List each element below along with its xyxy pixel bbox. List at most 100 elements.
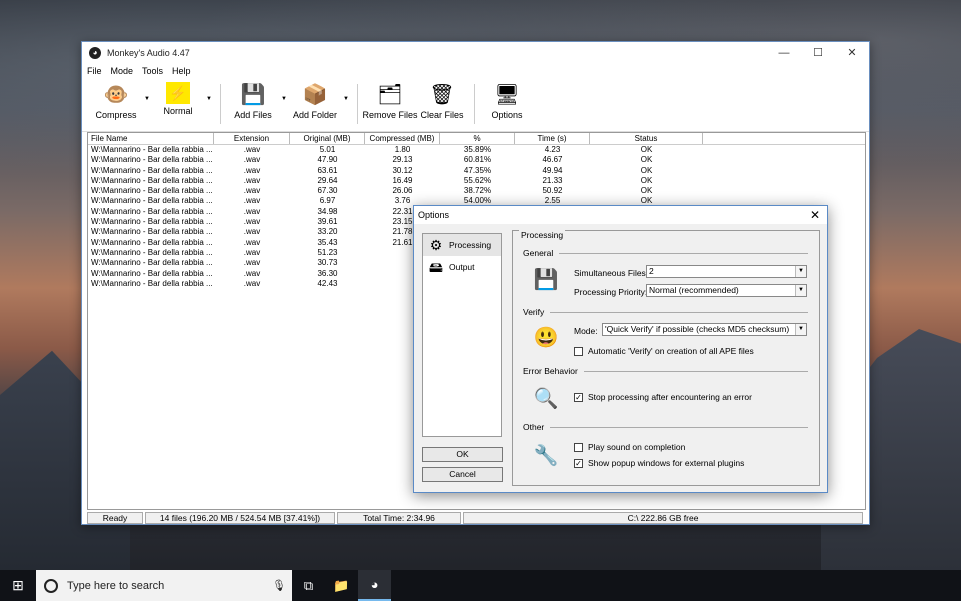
add-folder-button[interactable]: 📦 Add Folder	[289, 82, 341, 120]
dialog-close-icon[interactable]: ✕	[803, 208, 827, 222]
original-size-cell: 47.90	[317, 155, 338, 165]
original-size-cell: 29.64	[317, 175, 338, 185]
auto-verify-checkbox[interactable]: Automatic 'Verify' on creation of all AP…	[574, 346, 754, 356]
add-folder-label: Add Folder	[292, 110, 338, 120]
group-divider	[550, 426, 808, 428]
original-size-cell: 6.97	[319, 196, 336, 206]
column-extension[interactable]: Extension	[214, 133, 290, 144]
percent-cell: 47.35%	[463, 165, 492, 175]
file-name-cell: W:\Mannarino - Bar della rabbia ...	[91, 258, 213, 268]
show-popup-box: ✓	[574, 458, 583, 468]
column-status[interactable]: Status	[590, 133, 703, 144]
stop-on-error-checkbox[interactable]: ✓ Stop processing after encountering an …	[574, 392, 752, 402]
normal-button[interactable]: ⚡ Normal	[152, 82, 204, 116]
processing-gear-icon: ⚙	[429, 237, 443, 253]
search-placeholder: Type here to search	[67, 579, 165, 592]
compress-dropdown-arrow-icon[interactable]: ▼	[142, 96, 152, 102]
add-folder-dropdown-arrow-icon[interactable]: ▼	[341, 96, 351, 102]
trash-can-icon: 🗑	[429, 84, 455, 106]
windows-start-icon[interactable]: ⊞	[0, 570, 36, 601]
file-name-cell: W:\Mannarino - Bar della rabbia ...	[91, 278, 213, 288]
extension-cell: .wav	[243, 217, 261, 227]
output-drive-icon: 🖴	[428, 259, 444, 275]
compressed-size-cell: 1.80	[394, 145, 411, 154]
task-view-icon[interactable]: ⧉	[292, 570, 325, 601]
normal-dropdown-arrow-icon[interactable]: ▼	[204, 96, 214, 102]
file-explorer-icon[interactable]: 📁	[325, 570, 358, 601]
options-label: Options	[491, 110, 523, 120]
status-cell: OK	[640, 155, 653, 165]
extension-cell: .wav	[243, 278, 261, 288]
table-row[interactable]: W:\Mannarino - Bar della rabbia ... .wav 4…	[88, 155, 865, 165]
compress-button[interactable]: 🐵 Compress	[90, 82, 142, 120]
extension-cell: .wav	[243, 165, 261, 175]
remove-files-button[interactable]: 🗂 Remove Files	[362, 82, 418, 120]
ok-button[interactable]: OK	[422, 447, 503, 462]
group-divider	[559, 252, 808, 254]
error-behavior-group: Error Behavior	[523, 366, 808, 376]
status-cell: OK	[640, 165, 653, 175]
column-percent[interactable]: %	[440, 133, 515, 144]
general-group-label: General	[523, 248, 554, 258]
verify-mode-select[interactable]: 'Quick Verify' if possible (checks MD5 c…	[602, 323, 807, 336]
clear-files-button[interactable]: 🗑 Clear Files	[416, 82, 468, 120]
play-sound-checkbox[interactable]: Play sound on completion	[574, 442, 685, 452]
compress-label: Compress	[95, 110, 137, 120]
options-dialog: Options ✕ ⚙ Processing 🖴 Output OK Cance…	[413, 205, 828, 493]
original-size-cell: 67.30	[317, 186, 338, 196]
simultaneous-files-select[interactable]: 2 ▼	[646, 265, 807, 278]
file-name-cell: W:\Mannarino - Bar della rabbia ...	[91, 155, 213, 165]
original-size-cell: 35.43	[317, 237, 338, 247]
simultaneous-files-label: Simultaneous Files:	[574, 268, 649, 278]
file-name-cell: W:\Mannarino - Bar della rabbia ...	[91, 206, 213, 216]
original-size-cell: 51.23	[317, 247, 338, 257]
table-row[interactable]: W:\Mannarino - Bar della rabbia ... .wav 2…	[88, 176, 865, 186]
column-time[interactable]: Time (s)	[515, 133, 590, 144]
maximize-button[interactable]: ☐	[801, 42, 835, 64]
add-files-button[interactable]: 💾 Add Files	[227, 82, 279, 120]
table-row[interactable]: W:\Mannarino - Bar della rabbia ... .wav 6…	[88, 186, 865, 196]
remove-files-icon: 🗂	[377, 84, 403, 106]
processing-priority-select[interactable]: Normal (recommended) ▼	[646, 284, 807, 297]
microphone-icon[interactable]: 🎙	[272, 579, 292, 592]
column-file-name[interactable]: File Name	[88, 133, 214, 144]
taskbar-search-box[interactable]: Type here to search 🎙	[36, 570, 292, 601]
minimize-button[interactable]: —	[767, 42, 801, 64]
options-button[interactable]: 🖥 Options	[481, 82, 533, 120]
cancel-button[interactable]: Cancel	[422, 467, 503, 482]
menu-tools[interactable]: Tools	[142, 66, 163, 76]
folder-icon: 📦	[302, 84, 328, 106]
verify-group-label: Verify	[523, 307, 545, 317]
extension-cell: .wav	[243, 155, 261, 165]
menu-mode[interactable]: Mode	[111, 66, 134, 76]
monkeys-audio-taskbar-icon[interactable]: ◕	[358, 570, 391, 601]
original-size-cell: 39.61	[317, 217, 338, 227]
table-row[interactable]: W:\Mannarino - Bar della rabbia ... .wav 5…	[88, 145, 865, 155]
column-original[interactable]: Original (MB)	[290, 133, 365, 144]
dialog-title-bar[interactable]: Options ✕	[414, 206, 827, 224]
menu-help[interactable]: Help	[172, 66, 191, 76]
group-divider	[550, 311, 808, 313]
time-cell: 46.67	[542, 155, 563, 165]
remove-files-label: Remove Files	[362, 110, 418, 120]
extension-cell: .wav	[243, 175, 261, 185]
close-button[interactable]: ✕	[835, 42, 869, 64]
show-popup-checkbox[interactable]: ✓ Show popup windows for external plugin…	[574, 458, 744, 468]
stop-on-error-box: ✓	[574, 392, 583, 402]
smiley-face-icon: 😃	[533, 327, 559, 349]
nav-item-output[interactable]: 🖴 Output	[423, 256, 501, 278]
status-bar: Ready 14 files (196.20 MB / 524.54 MB [3…	[87, 512, 866, 524]
file-name-cell: W:\Mannarino - Bar della rabbia ...	[91, 217, 213, 227]
column-compressed[interactable]: Compressed (MB)	[365, 133, 440, 144]
add-files-dropdown-arrow-icon[interactable]: ▼	[279, 96, 289, 102]
panel-title: Processing	[519, 230, 566, 240]
toolbar-separator	[220, 84, 221, 124]
nav-item-processing[interactable]: ⚙ Processing	[423, 234, 501, 256]
auto-verify-box	[574, 346, 583, 356]
table-row[interactable]: W:\Mannarino - Bar della rabbia ... .wav 6…	[88, 166, 865, 176]
menu-file[interactable]: File	[87, 66, 102, 76]
status-cell: OK	[640, 186, 653, 196]
menu-bar: File Mode Tools Help	[82, 64, 869, 78]
cortana-circle-icon	[44, 578, 58, 593]
title-bar[interactable]: ◕ Monkey's Audio 4.47 — ☐ ✕	[82, 42, 869, 64]
